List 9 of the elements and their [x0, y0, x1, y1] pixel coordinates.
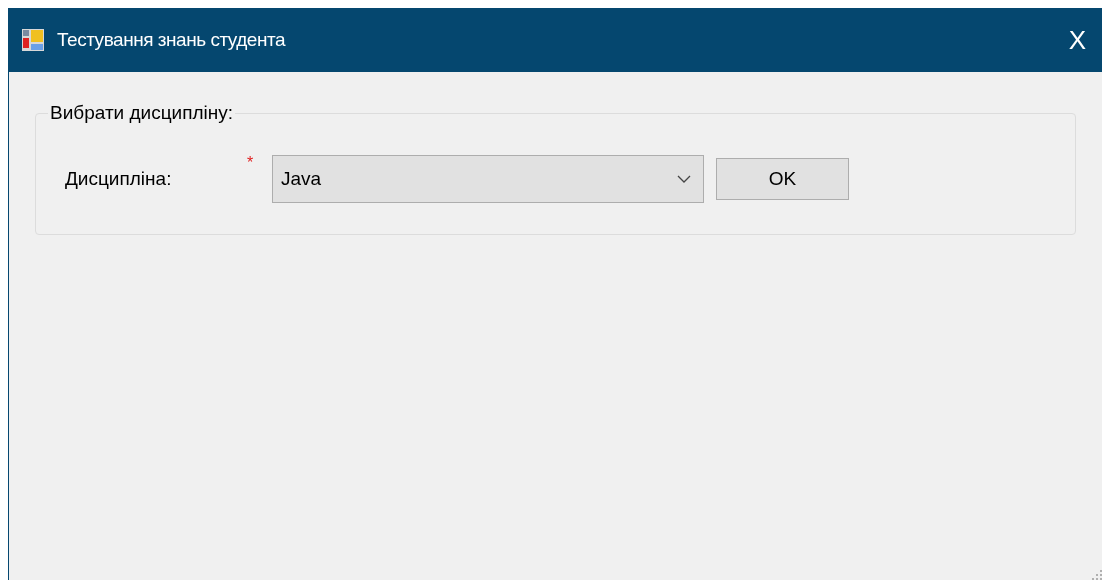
close-button[interactable]: X — [1064, 20, 1090, 60]
ok-button[interactable]: OK — [716, 158, 849, 200]
field-label: Дисципліна: — [65, 166, 173, 191]
resize-grip-icon[interactable] — [1092, 570, 1102, 580]
window-title: Тестування знань студента — [57, 27, 286, 52]
required-mark: * — [247, 153, 255, 173]
chevron-down-icon — [677, 175, 691, 183]
discipline-combo[interactable]: Java — [272, 155, 704, 203]
app-icon — [21, 28, 45, 52]
